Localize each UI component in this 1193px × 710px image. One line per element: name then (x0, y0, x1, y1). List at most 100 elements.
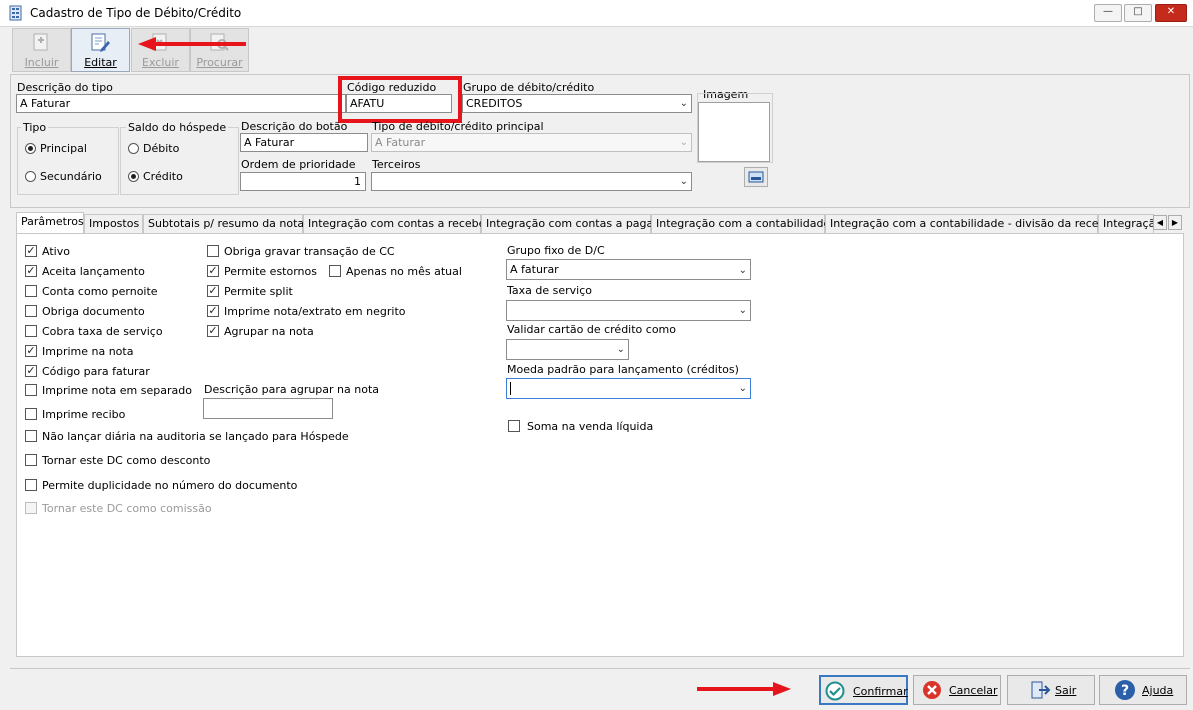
svg-text:?: ? (1121, 683, 1129, 699)
tipo-secundario-radio[interactable] (25, 171, 36, 182)
confirmar-button[interactable]: Confirmar (819, 675, 908, 705)
apenas-no-mes-atual-checkbox[interactable] (329, 265, 341, 277)
chevron-down-icon: ⌄ (679, 98, 688, 109)
chevron-down-icon: ⌄ (679, 137, 688, 148)
grupo-select[interactable]: CREDITOS ⌄ (462, 94, 692, 113)
cobra-taxa-de-servico-checkbox[interactable] (25, 325, 37, 337)
imprime-recibo-checkbox[interactable] (25, 408, 37, 420)
codigo-reduzido-input[interactable]: AFATU (346, 94, 452, 113)
chevron-down-icon: ⌄ (738, 305, 747, 316)
nao-lancar-diaria-na-auditoria-se-lancado-para-hospede-label: Não lançar diária na auditoria se lançad… (42, 430, 349, 443)
annotation-arrow-left (138, 37, 246, 51)
minimize-button[interactable]: — (1094, 4, 1122, 22)
codigo-para-faturar-checkbox[interactable]: ✓ (25, 365, 37, 377)
saldo-credito-radio[interactable] (128, 171, 139, 182)
descricao-agrupar-input[interactable] (203, 398, 333, 419)
chevron-down-icon: ⌄ (738, 265, 747, 276)
incluir-button[interactable]: Incluir (12, 28, 71, 72)
imprime-nota-extrato-em-negrito-checkbox[interactable]: ✓ (207, 305, 219, 317)
picture-icon (748, 171, 764, 183)
aceita-lancamento-checkbox[interactable]: ✓ (25, 265, 37, 277)
obriga-documento-checkbox[interactable] (25, 305, 37, 317)
validar-cartao-select[interactable]: ⌄ (506, 339, 629, 360)
ativo-label: Ativo (42, 245, 70, 258)
taxa-servico-label: Taxa de serviço (507, 284, 592, 297)
moeda-select[interactable]: ⌄ (506, 378, 751, 399)
descricao-botao-input[interactable]: A Faturar (240, 133, 368, 152)
saldo-debito-radio[interactable] (128, 143, 139, 154)
saldo-debito-label: Débito (143, 142, 180, 155)
tipo-principal-label: Principal (40, 142, 87, 155)
procurar-label: Procurar (196, 56, 243, 69)
tab-scroll-right-icon[interactable]: ▶ (1168, 215, 1182, 230)
tab-contas-pagar[interactable]: Integração com contas a pagar (481, 214, 658, 233)
apenas-no-mes-atual-label: Apenas no mês atual (346, 265, 462, 278)
ajuda-button[interactable]: ? Ajuda (1099, 675, 1187, 705)
ordem-label: Ordem de prioridade (241, 158, 356, 171)
permite-estornos-label: Permite estornos (224, 265, 317, 278)
ajuda-label: Ajuda (1142, 684, 1174, 697)
conta-como-pernoite-checkbox[interactable] (25, 285, 37, 297)
sair-button[interactable]: Sair (1007, 675, 1095, 705)
new-document-icon (33, 33, 48, 51)
permite-split-checkbox[interactable]: ✓ (207, 285, 219, 297)
tab-subtotais[interactable]: Subtotais p/ resumo da nota (143, 214, 304, 233)
editar-button[interactable]: Editar (71, 28, 130, 72)
help-icon: ? (1115, 680, 1135, 700)
cancel-icon (923, 681, 941, 699)
ordem-input[interactable]: 1 (240, 172, 366, 191)
cancelar-button[interactable]: Cancelar (913, 675, 1001, 705)
soma-venda-checkbox[interactable] (508, 420, 520, 432)
incluir-label: Incluir (24, 56, 59, 69)
tab-contabilidade-divisao[interactable]: Integração com a contabilidade - divisão… (825, 214, 1113, 233)
maximize-button[interactable]: □ (1124, 4, 1152, 22)
imprime-nota-em-separado-label: Imprime nota em separado (42, 384, 192, 397)
image-select-button[interactable] (744, 167, 768, 187)
imprime-na-nota-label: Imprime na nota (42, 345, 134, 358)
imprime-nota-em-separado-checkbox[interactable] (25, 384, 37, 396)
tornar-este-dc-como-desconto-label: Tornar este DC como desconto (42, 454, 211, 467)
grupo-fixo-select[interactable]: A faturar ⌄ (506, 259, 751, 280)
nao-lancar-diaria-na-auditoria-se-lancado-para-hospede-checkbox[interactable] (25, 430, 37, 442)
close-button[interactable]: ✕ (1155, 4, 1187, 22)
grupo-fixo-label: Grupo fixo de D/C (507, 244, 605, 257)
footer-divider (10, 668, 1190, 669)
agrupar-na-nota-checkbox[interactable]: ✓ (207, 325, 219, 337)
taxa-servico-select[interactable]: ⌄ (506, 300, 751, 321)
permite-estornos-checkbox[interactable]: ✓ (207, 265, 219, 277)
tab-parametros[interactable]: Parâmetros (16, 212, 84, 234)
obriga-gravar-transacao-de-cc-checkbox[interactable] (207, 245, 219, 257)
app-icon (9, 5, 22, 21)
permite-duplicidade-no-numero-do-documento-checkbox[interactable] (25, 479, 37, 491)
tornar-este-dc-como-comissao-label: Tornar este DC como comissão (42, 502, 212, 515)
grupo-fixo-value: A faturar (510, 263, 559, 276)
text-cursor (510, 381, 511, 395)
tab-contas-receber[interactable]: Integração com contas a receber (303, 214, 490, 233)
saldo-credito-label: Crédito (143, 170, 183, 183)
descricao-tipo-input[interactable]: A Faturar (16, 94, 346, 113)
saldo-group (120, 127, 239, 195)
tab-contabilidade[interactable]: Integração com a contabilidade (651, 214, 830, 233)
obriga-gravar-transacao-de-cc-label: Obriga gravar transação de CC (224, 245, 395, 258)
tornar-este-dc-como-comissao-checkbox[interactable] (25, 502, 37, 514)
imprime-recibo-label: Imprime recibo (42, 408, 126, 421)
tipo-group-title: Tipo (21, 121, 49, 134)
tipo-principal-radio[interactable] (25, 143, 36, 154)
tornar-este-dc-como-desconto-checkbox[interactable] (25, 454, 37, 466)
tipo-group (17, 127, 119, 195)
cobra-taxa-de-servico-label: Cobra taxa de serviço (42, 325, 163, 338)
edit-icon (91, 33, 110, 52)
descricao-agrupar-label: Descrição para agrupar na nota (204, 383, 380, 396)
tab-integracao-more[interactable]: Integraçã (1098, 214, 1154, 233)
tab-content-parametros (16, 233, 1184, 657)
tab-scroll-left-icon[interactable]: ◀ (1153, 215, 1167, 230)
sair-label: Sair (1055, 684, 1077, 697)
imagem-preview[interactable] (698, 102, 770, 162)
imprime-na-nota-checkbox[interactable]: ✓ (25, 345, 37, 357)
tipo-principal-dc-select[interactable]: A Faturar ⌄ (371, 133, 692, 152)
tab-impostos[interactable]: Impostos (84, 214, 143, 233)
agrupar-na-nota-label: Agrupar na nota (224, 325, 314, 338)
window-title: Cadastro de Tipo de Débito/Crédito (30, 6, 242, 20)
ativo-checkbox[interactable]: ✓ (25, 245, 37, 257)
terceiros-select[interactable]: ⌄ (371, 172, 692, 191)
